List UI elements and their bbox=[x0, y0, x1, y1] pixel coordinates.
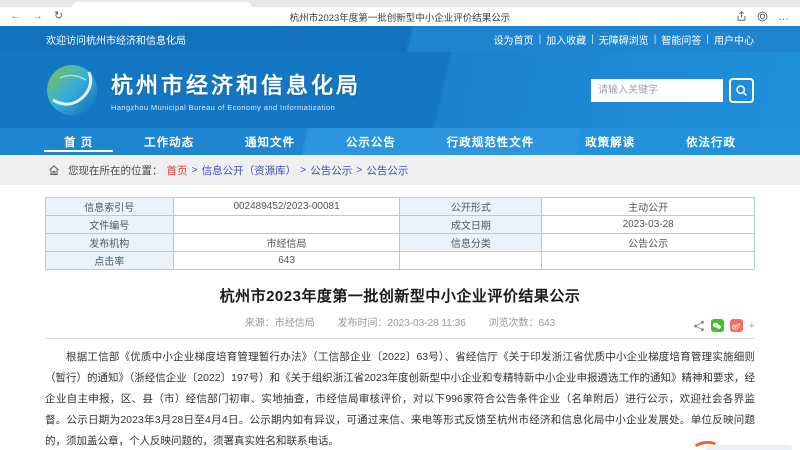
site-header: 杭州市经济和信息化局 Hangzhou Municipal Bureau of … bbox=[0, 52, 800, 128]
article-meta: 来源：市经信局 发布时间：2023-03-28 11:36 浏览次数：643 + bbox=[45, 314, 755, 339]
nav-item-notice-docs[interactable]: 通知文件 bbox=[239, 128, 301, 155]
nav-item-work-news[interactable]: 工作动态 bbox=[138, 128, 200, 155]
click-rate-value: 643 bbox=[172, 251, 401, 270]
click-rate-label: 点击率 bbox=[45, 251, 174, 270]
open-form-value: 主动公开 bbox=[541, 197, 755, 216]
breadcrumb-info-disclosure[interactable]: 信息公开（资源库） bbox=[202, 163, 297, 178]
browser-toolbar: ← → ↻ 杭州市2023年度第一批创新型中小企业评价结果公示 … bbox=[0, 7, 800, 26]
article-paragraph: 根据工信部《优质中小企业梯度培育管理暂行办法》（工信部企业〔2022〕63号）、… bbox=[45, 351, 755, 447]
wechat-share-icon[interactable] bbox=[710, 319, 724, 332]
breadcrumb-announcements-2[interactable]: 公告公示 bbox=[366, 163, 408, 178]
browser-tab[interactable] bbox=[72, 2, 252, 7]
empty-cell bbox=[399, 251, 543, 270]
link-user-center[interactable]: 用户中心 bbox=[714, 32, 754, 47]
breadcrumb-prefix: 您现在所在的位置： bbox=[68, 164, 163, 177]
article-views: 浏览次数：643 bbox=[488, 318, 556, 329]
empty-cell bbox=[541, 251, 755, 270]
breadcrumb: 您现在所在的位置： 首页 > 信息公开（资源库） > 公告公示 > 公告公示 bbox=[0, 155, 800, 185]
bureau-logo[interactable] bbox=[46, 64, 98, 116]
publisher-label: 发布机构 bbox=[45, 233, 174, 252]
file-number-value bbox=[172, 215, 401, 234]
table-row: 信息索引号 002489452/2023-00081 公开形式 主动公开 bbox=[45, 197, 755, 216]
site-title-en: Hangzhou Municipal Bureau of Economy and… bbox=[111, 103, 336, 112]
browser-page-title: 杭州市2023年度第一批创新型中小企业评价结果公示 bbox=[289, 12, 511, 24]
content-area: 信息索引号 002489452/2023-00081 公开形式 主动公开 文件编… bbox=[0, 185, 800, 450]
search-icon bbox=[736, 84, 747, 96]
info-index-label: 信息索引号 bbox=[45, 197, 174, 216]
table-row: 发布机构 市经信局 信息分类 公告公示 bbox=[45, 233, 755, 252]
link-add-favorite[interactable]: 加入收藏 bbox=[546, 32, 586, 47]
back-icon[interactable]: ← bbox=[10, 11, 21, 22]
nav-item-home[interactable]: 首 页 bbox=[43, 128, 114, 155]
info-category-label: 信息分类 bbox=[399, 233, 543, 252]
nav-item-regulatory-docs[interactable]: 行政规范性文件 bbox=[441, 128, 541, 155]
search-input[interactable] bbox=[591, 78, 723, 102]
date-written-value: 2023-03-28 bbox=[541, 215, 755, 234]
site-title: 杭州市经济和信息化局 bbox=[111, 73, 362, 98]
refresh-icon[interactable]: ↻ bbox=[54, 11, 63, 22]
breadcrumb-announcements[interactable]: 公告公示 bbox=[310, 163, 352, 178]
publisher-value: 市经信局 bbox=[172, 233, 401, 252]
info-index-value: 002489452/2023-00081 bbox=[172, 197, 401, 216]
link-set-homepage[interactable]: 设为首页 bbox=[494, 32, 534, 47]
welcome-bar: 欢迎访问杭州市经济和信息化局 设为首页 | 加入收藏 | 无障碍浏览 | 智能问… bbox=[0, 26, 800, 52]
welcome-text: 欢迎访问杭州市经济和信息化局 bbox=[46, 35, 186, 47]
weibo-share-icon[interactable] bbox=[729, 319, 743, 332]
link-smart-qa[interactable]: 智能问答 bbox=[661, 32, 701, 47]
file-number-label: 文件编号 bbox=[45, 215, 174, 234]
link-accessibility[interactable]: 无障碍浏览 bbox=[599, 32, 649, 47]
browser-tab-strip bbox=[0, 0, 800, 7]
shield-icon[interactable] bbox=[757, 11, 768, 22]
more-share-icon[interactable]: + bbox=[749, 319, 755, 332]
search-button[interactable] bbox=[729, 77, 754, 103]
home-icon bbox=[49, 165, 59, 175]
nav-item-law-admin[interactable]: 依法行政 bbox=[680, 128, 742, 155]
document-info-table: 信息索引号 002489452/2023-00081 公开形式 主动公开 文件编… bbox=[45, 197, 755, 270]
article-publish-time: 发布时间：2023-03-28 11:36 bbox=[337, 318, 466, 329]
main-nav: 首 页 工作动态 通知文件 公示公告 行政规范性文件 政策解读 依法行政 bbox=[0, 128, 800, 155]
article-title: 杭州市2023年度第一批创新型中小企业评价结果公示 bbox=[219, 288, 581, 305]
open-form-label: 公开形式 bbox=[399, 197, 543, 216]
share-icon[interactable] bbox=[693, 319, 705, 332]
table-row: 文件编号 成文日期 2023-03-28 bbox=[45, 215, 755, 234]
nav-item-public-announcements[interactable]: 公示公告 bbox=[340, 128, 402, 155]
breadcrumb-home[interactable]: 首页 bbox=[167, 163, 188, 178]
forward-icon[interactable]: → bbox=[32, 11, 43, 22]
article-source: 来源：市经信局 bbox=[244, 318, 315, 329]
more-menu-icon[interactable]: … bbox=[778, 11, 790, 23]
article-body: 根据工信部《优质中小企业梯度培育管理暂行办法》（工信部企业〔2022〕63号）、… bbox=[45, 347, 755, 450]
search-box bbox=[591, 77, 754, 103]
share-page-icon[interactable] bbox=[736, 11, 747, 22]
nav-item-policy-interpretation[interactable]: 政策解读 bbox=[579, 128, 641, 155]
table-row: 点击率 643 bbox=[45, 251, 755, 270]
info-category-value: 公告公示 bbox=[541, 233, 755, 252]
date-written-label: 成文日期 bbox=[399, 215, 543, 234]
